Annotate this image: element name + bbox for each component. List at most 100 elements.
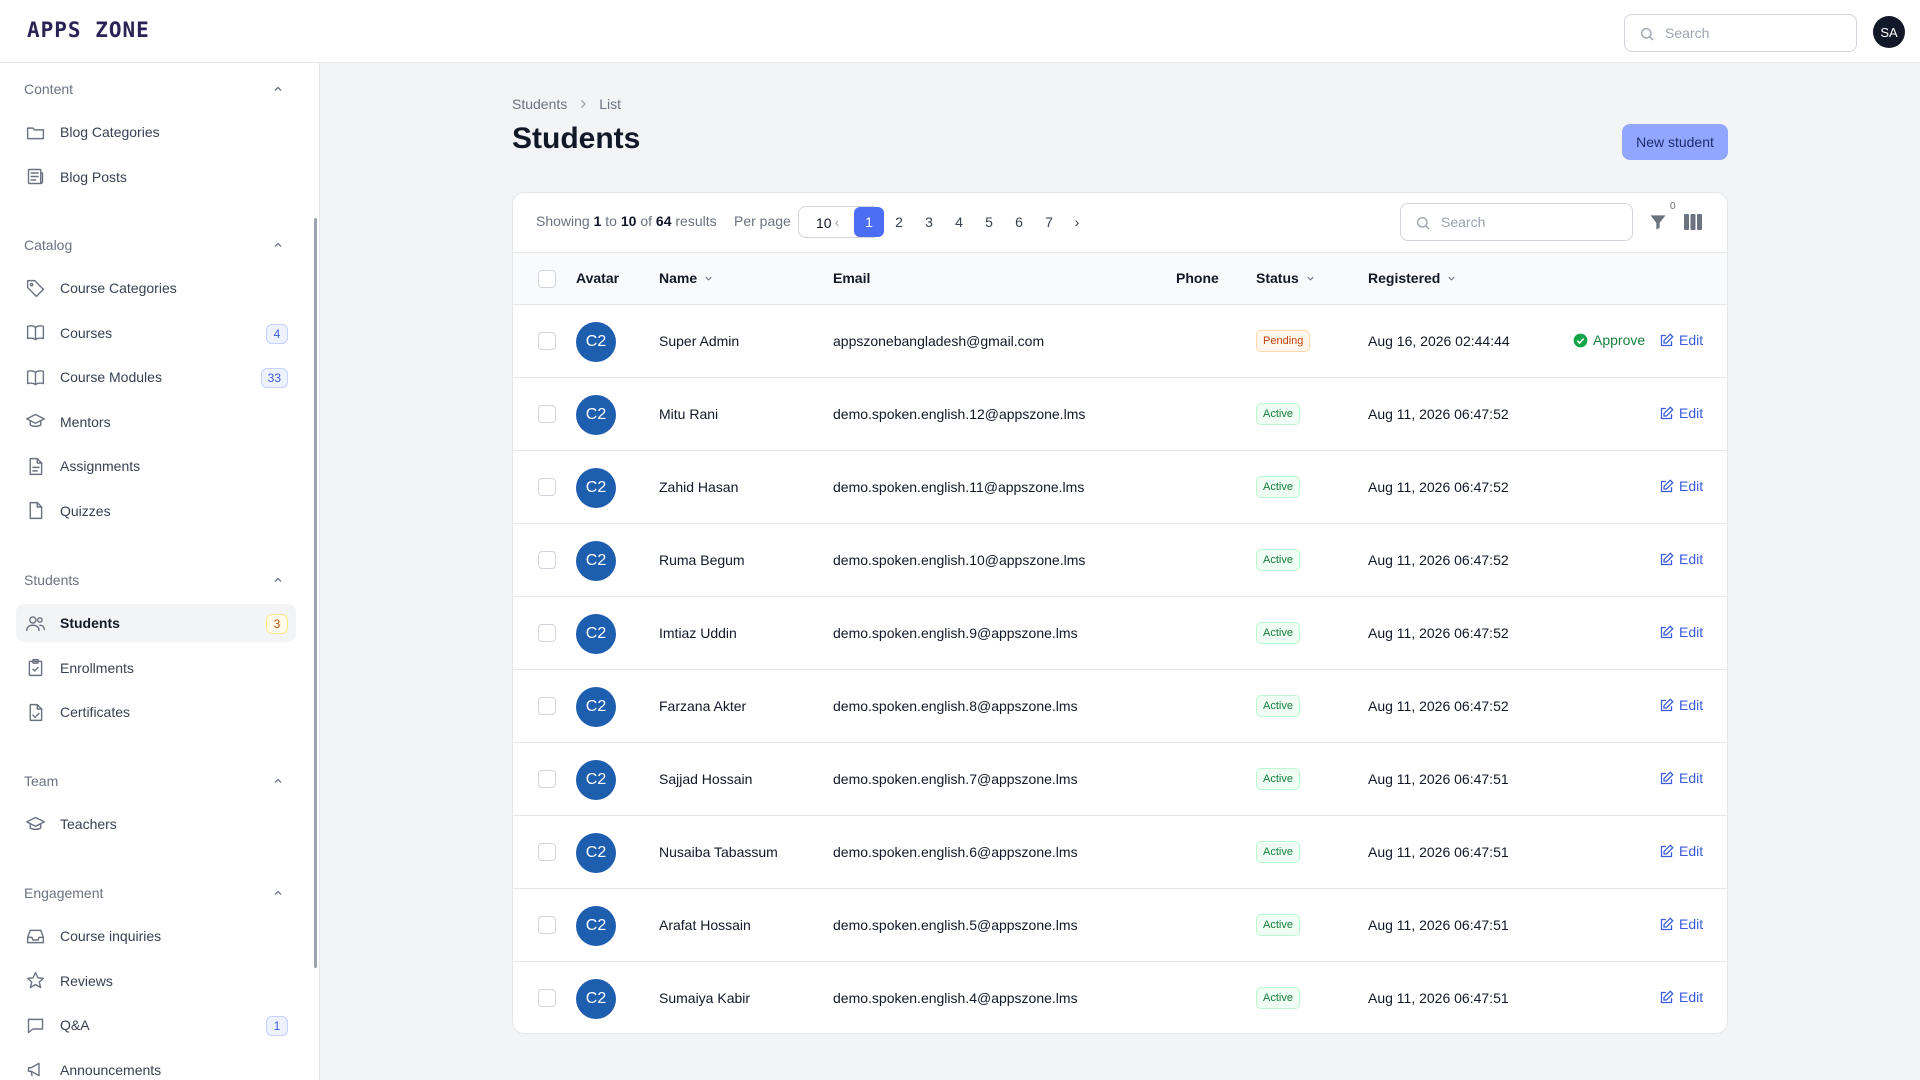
row-checkbox[interactable] (538, 551, 556, 569)
approve-button[interactable]: Approve (1573, 332, 1645, 348)
sidebar-item-students[interactable]: Students 3 (16, 604, 296, 642)
registered-date: Aug 11, 2026 06:47:52 (1368, 552, 1509, 568)
row-checkbox[interactable] (538, 770, 556, 788)
row-checkbox[interactable] (538, 332, 556, 350)
edit-button[interactable]: Edit (1659, 332, 1703, 348)
sidebar-item-announcements[interactable]: Announcements (16, 1051, 296, 1080)
table-search-input[interactable] (1441, 212, 1621, 232)
sort-chevron-icon (1448, 276, 1456, 281)
edit-icon (1660, 989, 1674, 1003)
student-email: demo.spoken.english.4@appszone.lms (833, 990, 1078, 1006)
edit-button[interactable]: Edit (1659, 770, 1703, 786)
sidebar-group-engagement[interactable]: Engagement (24, 883, 284, 903)
edit-button[interactable]: Edit (1659, 697, 1703, 713)
sidebar-group-title: Content (24, 81, 74, 97)
sidebar-item-qanda[interactable]: Q&A 1 (16, 1006, 296, 1044)
sidebar-item-certificates[interactable]: Certificates (16, 693, 296, 731)
pagination-page-2[interactable]: 2 (884, 207, 914, 237)
filter-icon[interactable] (1648, 211, 1668, 233)
sidebar-item-course-modules[interactable]: Course Modules 33 (16, 358, 296, 396)
user-avatar[interactable]: SA (1873, 16, 1905, 48)
sidebar-item-label: Blog Categories (60, 124, 160, 140)
edit-icon (1660, 624, 1674, 638)
sidebar-item-blog-posts[interactable]: Blog Posts (16, 158, 296, 196)
edit-icon (1660, 770, 1674, 784)
sidebar-item-label: Mentors (60, 413, 111, 430)
student-email: demo.spoken.english.8@appszone.lms (833, 698, 1078, 714)
global-search-input[interactable] (1665, 23, 1845, 43)
sidebar-item-blog-categories[interactable]: Blog Categories (16, 113, 296, 151)
sidebar-group-catalog[interactable]: Catalog (24, 235, 284, 255)
search-icon (1417, 217, 1430, 230)
row-checkbox[interactable] (538, 624, 556, 642)
sidebar-item-courses[interactable]: Courses 4 (16, 314, 296, 352)
student-name: Farzana Akter (659, 698, 747, 714)
sidebar: Content Blog Categories Blog Posts Catalog C… (0, 63, 320, 1080)
pagination-page-1[interactable]: 1 (854, 207, 884, 237)
status-badge: Pending (1256, 330, 1311, 352)
pagination-page-7[interactable]: 7 (1034, 207, 1064, 237)
row-checkbox[interactable] (538, 989, 556, 1007)
student-email: demo.spoken.english.5@appszone.lms (833, 917, 1078, 933)
chevron-right-icon (581, 100, 587, 108)
avatar: C2 (576, 468, 616, 508)
sidebar-item-assignments[interactable]: Assignments (16, 447, 296, 485)
chevron-up-icon (274, 86, 282, 91)
column-registered[interactable]: Registered (1368, 270, 1457, 286)
student-name: Imtiaz Uddin (659, 625, 737, 641)
edit-button[interactable]: Edit (1659, 551, 1703, 567)
avatar: C2 (576, 833, 616, 873)
table-search[interactable] (1400, 203, 1633, 241)
select-all-checkbox[interactable] (538, 270, 556, 288)
pagination-page-4[interactable]: 4 (944, 207, 974, 237)
student-name: Sumaiya Kabir (659, 990, 751, 1006)
document-text-icon (29, 457, 43, 475)
sidebar-item-course-inquiries[interactable]: Course inquiries (16, 917, 296, 955)
avatar: C2 (576, 687, 616, 727)
pagination-page-6[interactable]: 6 (1004, 207, 1034, 237)
row-checkbox[interactable] (538, 916, 556, 934)
registered-date: Aug 11, 2026 06:47:51 (1368, 990, 1509, 1006)
global-search[interactable] (1624, 14, 1857, 52)
edit-button[interactable]: Edit (1659, 916, 1703, 932)
breadcrumb-parent[interactable]: Students (512, 96, 567, 112)
column-status[interactable]: Status (1256, 270, 1316, 286)
pagination-page-5[interactable]: 5 (974, 207, 1004, 237)
new-student-button[interactable]: New student (1622, 124, 1728, 160)
sidebar-item-teachers[interactable]: Teachers (16, 805, 296, 843)
pagination-prev[interactable]: ‹ (822, 207, 852, 237)
sidebar-group-content[interactable]: Content (24, 79, 284, 99)
row-checkbox[interactable] (538, 405, 556, 423)
pagination-next[interactable]: › (1062, 207, 1092, 237)
sidebar-group-team[interactable]: Team (24, 771, 284, 791)
sidebar-scrollbar[interactable] (314, 218, 317, 968)
table-row: C2 Farzana Akter demo.spoken.english.8@app… (513, 670, 1727, 743)
columns-icon[interactable] (1684, 213, 1702, 231)
sidebar-group-students[interactable]: Students (24, 570, 284, 590)
row-checkbox[interactable] (538, 843, 556, 861)
document-icon (29, 501, 43, 520)
sort-chevron-icon (705, 276, 712, 281)
edit-button[interactable]: Edit (1659, 843, 1703, 859)
sidebar-item-course-categories[interactable]: Course Categories (16, 269, 296, 307)
sidebar-group-title: Catalog (24, 237, 73, 253)
status-badge: Active (1256, 403, 1300, 425)
sidebar-item-mentors[interactable]: Mentors (16, 403, 296, 441)
edit-button[interactable]: Edit (1659, 405, 1703, 421)
app-logo[interactable]: APPS ZONE (27, 18, 150, 42)
sidebar-item-label: Q&A (60, 1017, 90, 1033)
sidebar-item-reviews[interactable]: Reviews (16, 962, 296, 1000)
edit-button[interactable]: Edit (1659, 478, 1703, 494)
edit-button[interactable]: Edit (1659, 624, 1703, 640)
sidebar-item-quizzes[interactable]: Quizzes (16, 492, 296, 530)
newspaper-icon (27, 168, 44, 185)
row-checkbox[interactable] (538, 697, 556, 715)
row-checkbox[interactable] (538, 478, 556, 496)
sidebar-item-enrollments[interactable]: Enrollments (16, 649, 296, 687)
pagination-page-3[interactable]: 3 (914, 207, 944, 237)
top-bar: APPS ZONE SA (0, 0, 1920, 63)
edit-button[interactable]: Edit (1659, 989, 1703, 1005)
sidebar-item-label: Courses (60, 324, 113, 341)
sidebar-item-label: Certificates (60, 704, 131, 720)
column-name[interactable]: Name (659, 270, 714, 286)
